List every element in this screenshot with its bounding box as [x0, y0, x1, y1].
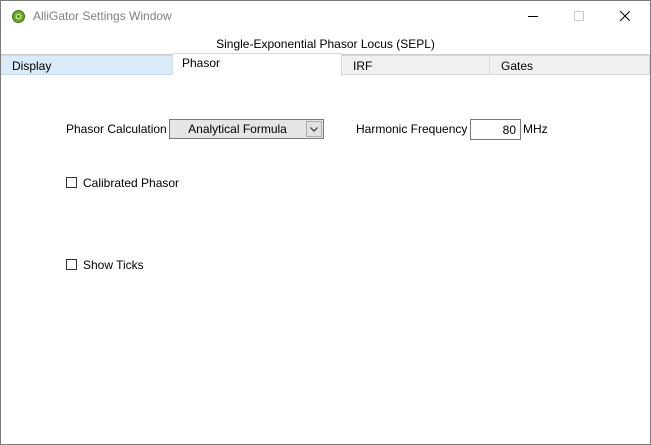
- tab-phasor[interactable]: Phasor: [173, 53, 342, 77]
- minimize-icon: [528, 16, 538, 17]
- close-button[interactable]: [602, 1, 648, 32]
- show-ticks-checkbox[interactable]: [66, 259, 77, 270]
- harmonic-frequency-input[interactable]: [470, 119, 521, 140]
- tab-gates[interactable]: Gates: [490, 55, 650, 75]
- maximize-button[interactable]: [556, 1, 602, 32]
- phasor-calculation-select[interactable]: Analytical Formula: [169, 119, 324, 139]
- harmonic-frequency-label: Harmonic Frequency: [356, 122, 468, 136]
- page-title: Single-Exponential Phasor Locus (SEPL): [1, 34, 650, 55]
- title-bar[interactable]: AlliGator Settings Window: [1, 1, 650, 32]
- harmonic-frequency-unit: MHz: [523, 122, 548, 136]
- tab-display[interactable]: Display: [1, 55, 173, 75]
- tab-irf[interactable]: IRF: [342, 55, 490, 75]
- show-ticks-label: Show Ticks: [83, 258, 144, 272]
- maximize-icon: [574, 11, 584, 21]
- chevron-down-icon: [310, 127, 318, 132]
- alligator-logo-icon: [12, 10, 25, 23]
- phasor-panel: Phasor Calculation Analytical Formula Ha…: [1, 77, 650, 444]
- phasor-calculation-label: Phasor Calculation: [66, 122, 167, 136]
- calibrated-phasor-checkbox[interactable]: [66, 177, 77, 188]
- tab-strip: Display IRF Gates Phasor: [1, 53, 650, 77]
- settings-window: AlliGator Settings Window Single-Exponen…: [0, 0, 651, 445]
- close-icon: [620, 11, 630, 21]
- calibrated-phasor-label: Calibrated Phasor: [83, 176, 180, 190]
- dropdown-button[interactable]: [306, 121, 322, 137]
- window-title: AlliGator Settings Window: [33, 9, 172, 23]
- minimize-button[interactable]: [510, 1, 556, 32]
- phasor-calculation-value: Analytical Formula: [188, 122, 287, 136]
